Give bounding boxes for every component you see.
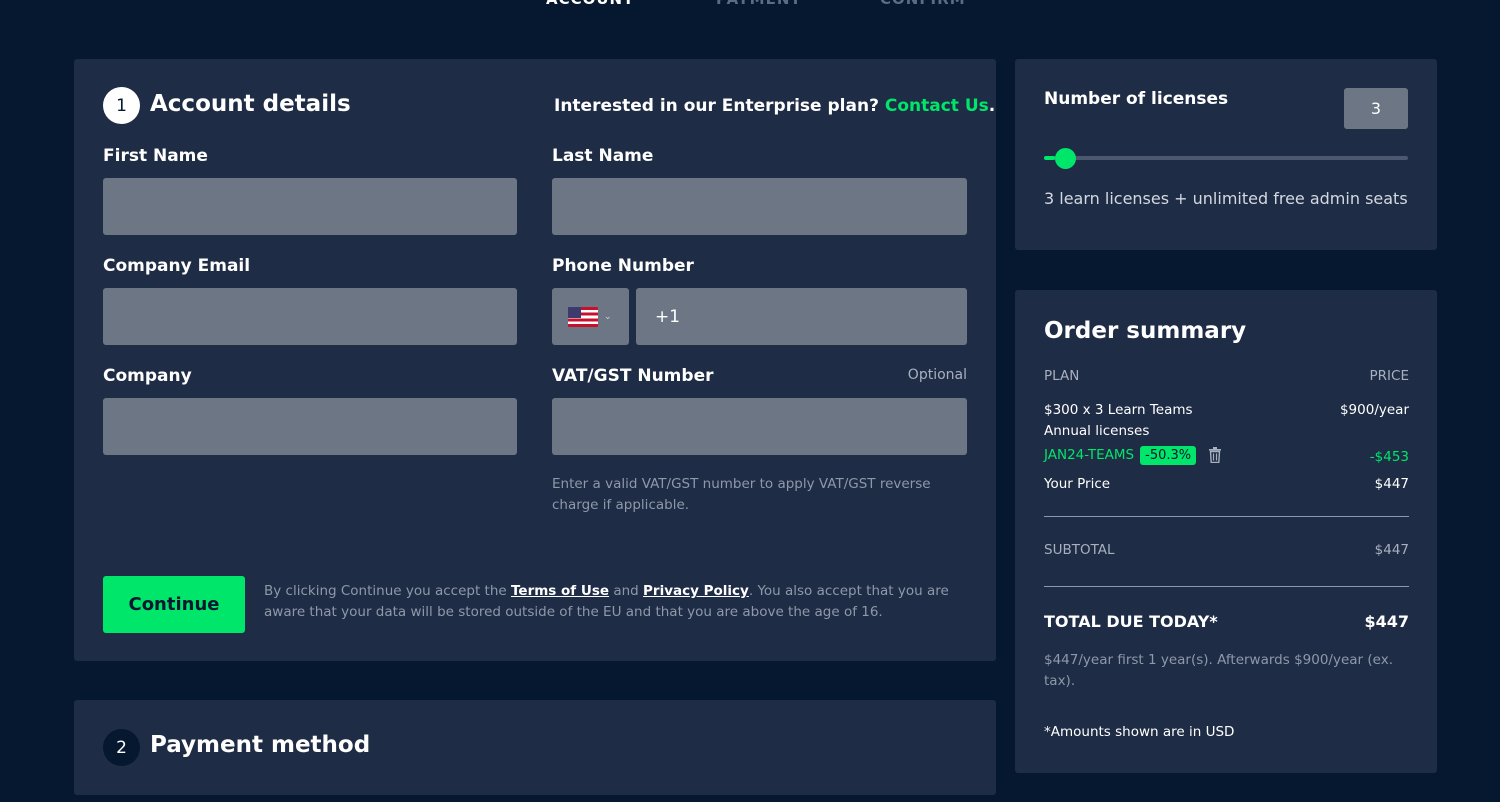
promo-row: JAN24-TEAMS -50.3% -$453 — [1044, 446, 1409, 465]
phone-number-input[interactable]: +1 — [636, 288, 967, 345]
promo-code: JAN24-TEAMS — [1044, 447, 1135, 463]
subtotal-value: $447 — [1374, 542, 1409, 558]
company-input[interactable] — [103, 398, 517, 455]
your-price-row: Your Price $447 — [1044, 476, 1409, 492]
step-number-badge: 2 — [103, 729, 140, 766]
plan-header: PLAN — [1044, 368, 1080, 384]
first-name-label: First Name — [103, 146, 208, 166]
license-slider-track[interactable] — [1044, 156, 1408, 160]
optional-label: Optional — [907, 367, 967, 383]
subtotal-label: SUBTOTAL — [1044, 542, 1115, 558]
step-number-badge: 1 — [103, 87, 140, 124]
chevron-down-icon: ⌄ — [604, 311, 612, 322]
payment-method-card[interactable]: 2 Payment method — [74, 700, 996, 795]
company-email-input[interactable] — [103, 288, 517, 345]
vat-number-input[interactable] — [552, 398, 967, 455]
first-name-input[interactable] — [103, 178, 517, 235]
phone-number-label: Phone Number — [552, 256, 694, 276]
account-details-card: 1 Account details Interested in our Ente… — [74, 59, 996, 661]
plan-price: $900/year — [1339, 402, 1409, 418]
plan-line-2: Annual licenses — [1044, 423, 1150, 439]
order-summary-card: Order summary PLAN PRICE $300 x 3 Learn … — [1015, 290, 1437, 773]
account-details-title: Account details — [150, 91, 351, 117]
your-price-value: $447 — [1374, 476, 1409, 492]
order-summary-title: Order summary — [1044, 318, 1247, 344]
step-confirm: CONFIRM — [880, 0, 966, 8]
promo-amount: -$453 — [1369, 449, 1409, 465]
licenses-card: Number of licenses 3 3 learn licenses + … — [1015, 59, 1437, 250]
legal-notice: By clicking Continue you accept the Term… — [264, 581, 954, 623]
payment-method-title: Payment method — [150, 732, 371, 758]
divider — [1044, 586, 1409, 587]
licenses-note: 3 learn licenses + unlimited free admin … — [1044, 189, 1408, 208]
price-header: PRICE — [1369, 368, 1409, 384]
contact-us-link[interactable]: Contact Us — [885, 96, 989, 116]
step-payment: PAYMENT — [716, 0, 802, 8]
country-code-select[interactable]: ⌄ — [552, 288, 629, 345]
usd-note: *Amounts shown are in USD — [1044, 724, 1235, 740]
company-label: Company — [103, 366, 192, 386]
vat-number-label: VAT/GST Number — [552, 366, 714, 386]
phone-prefix: +1 — [655, 306, 681, 327]
terms-of-use-link[interactable]: Terms of Use — [511, 583, 609, 599]
vat-hint: Enter a valid VAT/GST number to apply VA… — [552, 476, 931, 513]
trash-icon[interactable] — [1208, 447, 1222, 463]
last-name-input[interactable] — [552, 178, 967, 235]
total-row: TOTAL DUE TODAY* $447 — [1044, 612, 1409, 631]
licenses-title: Number of licenses — [1044, 89, 1229, 109]
us-flag-icon — [568, 306, 598, 327]
summary-header-row: PLAN PRICE — [1044, 368, 1409, 384]
plan-row: $300 x 3 Learn Teams Annual licenses $90… — [1044, 400, 1409, 442]
enterprise-prompt: Interested in our Enterprise plan? Conta… — [554, 96, 995, 116]
enterprise-period: . — [988, 96, 996, 116]
total-value: $447 — [1364, 612, 1409, 631]
checkout-steps: ACCOUNT PAYMENT CONFIRM — [0, 0, 1500, 10]
privacy-policy-link[interactable]: Privacy Policy — [643, 583, 749, 599]
total-label: TOTAL DUE TODAY* — [1044, 612, 1218, 631]
your-price-label: Your Price — [1044, 476, 1111, 492]
enterprise-text: Interested in our Enterprise plan? — [554, 96, 885, 116]
license-slider-fill — [1044, 156, 1055, 160]
renewal-note: $447/year first 1 year(s). Afterwards $9… — [1044, 652, 1394, 689]
continue-button[interactable]: Continue — [103, 576, 245, 633]
promo-badge: -50.3% — [1140, 446, 1197, 465]
subtotal-row: SUBTOTAL $447 — [1044, 542, 1409, 558]
license-count-input[interactable]: 3 — [1344, 88, 1408, 129]
divider — [1044, 516, 1409, 517]
step-account: ACCOUNT — [546, 0, 634, 8]
last-name-label: Last Name — [552, 146, 654, 166]
license-slider-handle[interactable] — [1054, 148, 1076, 169]
company-email-label: Company Email — [103, 256, 251, 276]
legal-text-1: By clicking Continue you accept the — [264, 583, 511, 599]
legal-text-2: and — [609, 583, 644, 599]
